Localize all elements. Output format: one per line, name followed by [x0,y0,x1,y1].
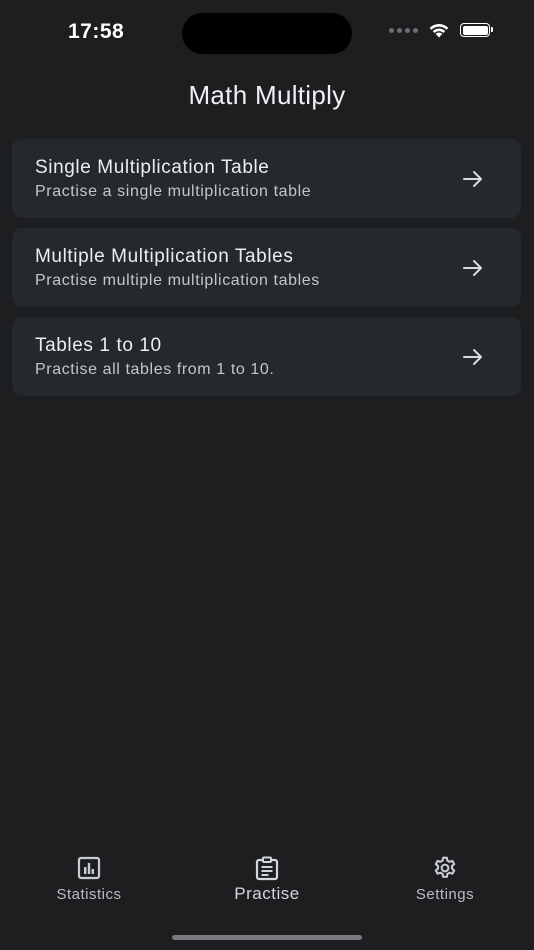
dynamic-island [182,13,352,54]
option-subtitle: Practise multiple multiplication tables [35,272,320,289]
page-title: Math Multiply [188,80,346,110]
nav-label-practise: Practise [234,884,300,903]
nav-tab-practise[interactable]: Practise [197,840,337,920]
nav-tab-settings[interactable]: Settings [375,840,515,920]
arrow-right-icon [463,349,482,365]
option-title: Tables 1 to 10 [35,335,162,356]
nav-tab-statistics[interactable]: Statistics [19,840,159,920]
nav-label-settings: Settings [415,886,475,903]
option-subtitle: Practise all tables from 1 to 10. [35,361,275,378]
option-card-single-table[interactable]: Single Multiplication Table Practise a s… [12,139,521,218]
option-card-multiple-tables[interactable]: Multiple Multiplication Tables Practise … [12,228,521,307]
battery-icon [460,23,493,37]
bar-chart-icon [77,856,101,880]
cellular-signal-icon [389,27,418,33]
option-title: Multiple Multiplication Tables [35,246,294,267]
gear-icon [434,856,456,878]
status-time: 17:58 [68,20,125,43]
status-icons [389,22,493,38]
option-subtitle: Practise a single multiplication table [35,183,312,200]
arrow-right-icon [463,260,482,276]
bottom-navigation: Statistics Practise Settings [0,840,534,920]
option-card-tables-1-to-10[interactable]: Tables 1 to 10 Practise all tables from … [12,317,521,396]
app-screen: 17:58 Math Multiply Single Multiplicatio… [0,0,534,950]
nav-label-statistics: Statistics [56,886,122,903]
wifi-icon [429,24,449,38]
clipboard-icon [255,856,279,881]
home-indicator[interactable] [172,935,362,940]
arrow-right-icon [463,171,482,187]
option-title: Single Multiplication Table [35,157,270,178]
